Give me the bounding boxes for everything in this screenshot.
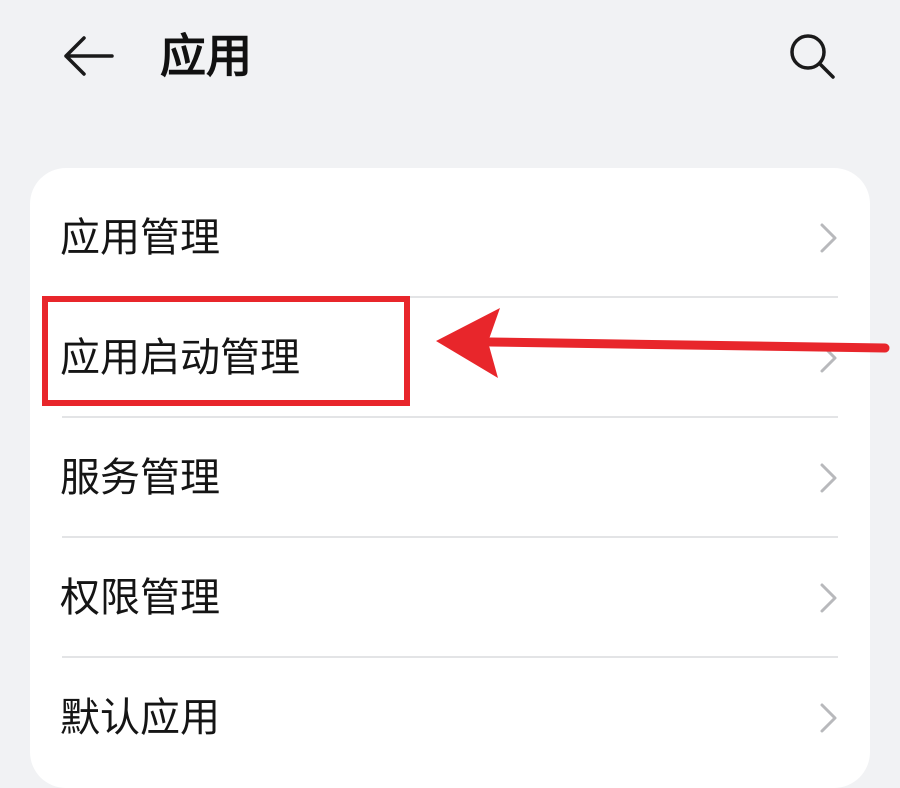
back-button[interactable] — [56, 26, 120, 86]
list-item-service-management[interactable]: 服务管理 — [30, 418, 870, 538]
search-icon — [790, 34, 835, 79]
settings-card: 应用管理 应用启动管理 服务管理 权限管理 默认应用 — [30, 168, 870, 788]
page-title: 应用 — [160, 29, 252, 83]
list-item-label: 权限管理 — [60, 575, 220, 621]
annotation-arrow-icon — [436, 308, 890, 378]
chevron-right-icon — [820, 703, 837, 733]
chevron-right-icon — [820, 223, 837, 253]
chevron-right-icon — [820, 463, 837, 493]
list-item-app-management[interactable]: 应用管理 — [30, 178, 870, 298]
search-button[interactable] — [784, 28, 840, 84]
list-item-permission-management[interactable]: 权限管理 — [30, 538, 870, 658]
annotation-highlight-box — [42, 296, 410, 406]
list-item-default-apps[interactable]: 默认应用 — [30, 658, 870, 778]
list-item-label: 应用管理 — [60, 215, 220, 261]
chevron-right-icon — [820, 583, 837, 613]
list-item-label: 默认应用 — [60, 695, 220, 741]
app-bar: 应用 — [0, 0, 900, 120]
list-item-label: 服务管理 — [60, 455, 220, 501]
back-arrow-icon — [64, 36, 114, 76]
